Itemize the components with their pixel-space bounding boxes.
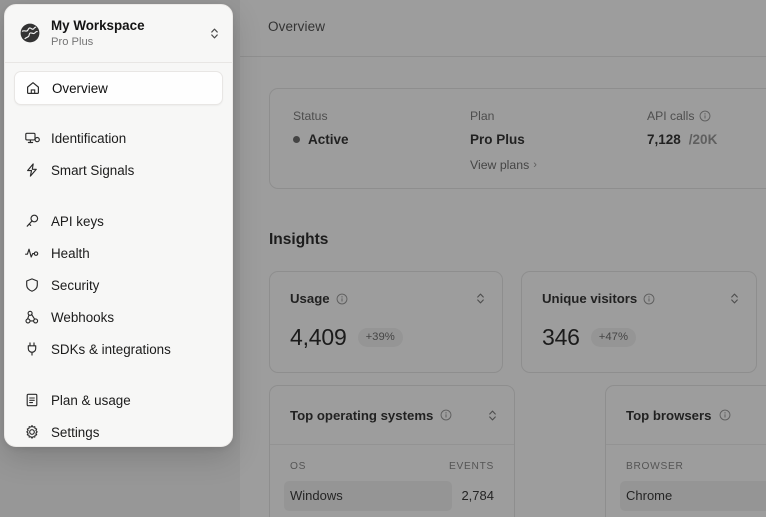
nav-group-spacer [14,365,223,384]
sidebar-item-security[interactable]: Security [14,269,223,301]
clipboard-icon [24,392,40,408]
workspace-plan: Pro Plus [51,35,209,49]
sidebar-item-identification[interactable]: Identification [14,122,223,154]
fingerprint-device-icon [24,130,40,146]
sidebar-item-smart-signals[interactable]: Smart Signals [14,154,223,186]
sidebar-item-label: SDKs & integrations [51,342,171,357]
sidebar-item-webhooks[interactable]: Webhooks [14,301,223,333]
chevron-up-down-icon[interactable] [209,26,220,41]
nav-group-spacer [14,186,223,205]
workspace-switcher[interactable]: My Workspace Pro Plus [5,5,232,61]
sidebar-item-settings[interactable]: Settings [14,416,223,447]
gear-icon [24,424,40,440]
sidebar-item-label: Settings [51,425,99,440]
app-root: Overview Status Active Plan Pro Plus Vie… [0,0,766,517]
sidebar-item-sdks-integrations[interactable]: SDKs & integrations [14,333,223,365]
workspace-name: My Workspace [51,18,209,33]
sidebar-item-label: Plan & usage [51,393,131,408]
sidebar-nav: Overview Identification Smart Signals [5,71,232,447]
panel-divider [5,62,232,63]
sidebar-item-label: Health [51,246,90,261]
sidebar-item-api-keys[interactable]: API keys [14,205,223,237]
key-icon [24,213,40,229]
shield-icon [24,277,40,293]
sidebar-item-overview[interactable]: Overview [14,71,223,105]
webhook-icon [24,309,40,325]
sidebar-item-health[interactable]: Health [14,237,223,269]
sidebar-item-label: API keys [51,214,104,229]
sidebar-item-label: Webhooks [51,310,114,325]
nav-group-spacer [14,105,223,122]
plug-icon [24,341,40,357]
sidebar-panel: My Workspace Pro Plus Overview [4,4,233,447]
sidebar-item-label: Overview [52,81,108,96]
workspace-text: My Workspace Pro Plus [51,18,209,49]
globe-icon [19,22,41,44]
sidebar-item-plan-usage[interactable]: Plan & usage [14,384,223,416]
bolt-icon [24,162,40,178]
sidebar-item-label: Smart Signals [51,163,134,178]
home-icon [25,80,41,96]
sidebar-item-label: Identification [51,131,126,146]
sidebar-item-label: Security [51,278,99,293]
pulse-icon [24,245,40,261]
